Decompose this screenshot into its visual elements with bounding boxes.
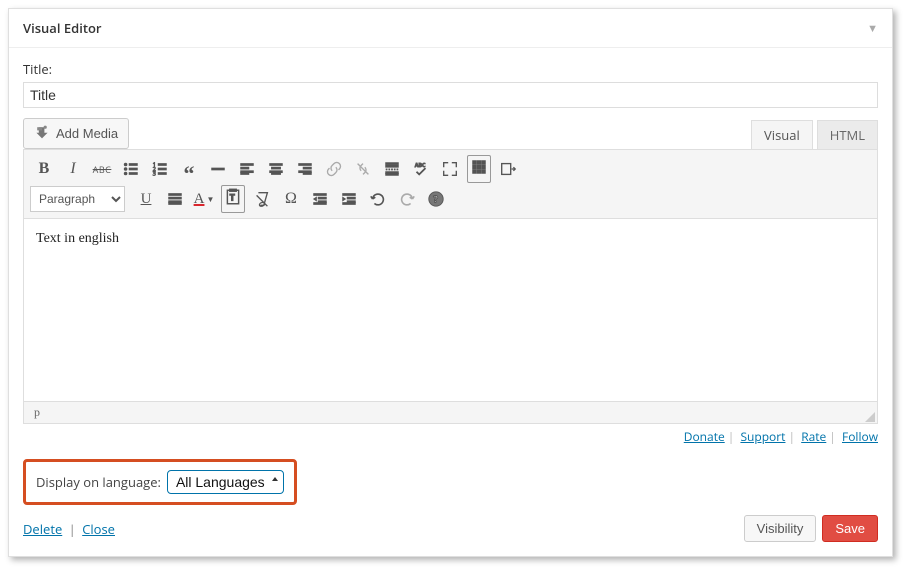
distraction-free-button[interactable] — [494, 156, 522, 182]
clear-formatting-button[interactable] — [248, 186, 276, 212]
visibility-button[interactable]: Visibility — [744, 515, 817, 542]
redo-button[interactable] — [393, 186, 421, 212]
editor-content-area[interactable]: Text in english — [24, 219, 877, 401]
special-character-button[interactable]: Ω — [277, 186, 305, 212]
fullscreen-button[interactable] — [436, 156, 464, 182]
tab-visual[interactable]: Visual — [751, 120, 813, 149]
bulleted-list-button[interactable] — [117, 156, 145, 182]
indent-button[interactable] — [335, 186, 363, 212]
title-input[interactable] — [23, 82, 878, 108]
unlink-button[interactable] — [349, 156, 377, 182]
link-donate[interactable]: Donate — [684, 428, 725, 445]
outdent-button[interactable] — [306, 186, 334, 212]
media-icon — [34, 124, 50, 143]
help-button[interactable]: ? — [422, 186, 450, 212]
link-rate[interactable]: Rate — [801, 428, 826, 445]
resize-grip-icon[interactable] — [863, 410, 875, 422]
svg-text:T: T — [230, 190, 236, 203]
bottom-left-links: Delete | Close — [23, 520, 115, 538]
link-follow[interactable]: Follow — [842, 428, 878, 445]
align-left-button[interactable] — [233, 156, 261, 182]
underline-button[interactable]: U — [132, 186, 160, 212]
toolbar-toggle-button[interactable] — [465, 156, 493, 182]
chevron-down-icon: ▼ — [206, 195, 214, 204]
title-label: Title: — [23, 60, 878, 78]
link-support[interactable]: Support — [740, 428, 785, 445]
collapse-toggle-icon[interactable]: ▼ — [867, 21, 878, 36]
add-media-button[interactable]: Add Media — [23, 118, 129, 149]
widget-body: Title: Add Media Visual HTML B I ABC — [9, 48, 892, 556]
bottom-actions: Delete | Close Visibility Save — [23, 515, 878, 542]
link-close[interactable]: Close — [82, 520, 115, 538]
undo-button[interactable] — [364, 186, 392, 212]
title-field: Title: — [23, 60, 878, 108]
strikethrough-button[interactable]: ABC — [88, 156, 116, 182]
toolbar-row-2: Paragraph U A▼ T Ω ? — [30, 184, 871, 214]
italic-button[interactable]: I — [59, 156, 87, 182]
element-path[interactable]: p — [34, 405, 40, 419]
horizontal-rule-button[interactable] — [204, 156, 232, 182]
spellcheck-button[interactable]: ABC — [407, 156, 435, 182]
visual-editor-widget: Visual Editor ▼ Title: Add Media Visual … — [8, 8, 893, 557]
language-row: Display on language: All Languages — [23, 459, 297, 505]
link-delete[interactable]: Delete — [23, 520, 62, 538]
align-center-button[interactable] — [262, 156, 290, 182]
widget-title: Visual Editor — [23, 19, 102, 37]
editor-tabs: Visual HTML — [751, 120, 878, 149]
svg-text:ABC: ABC — [415, 161, 426, 169]
widget-header[interactable]: Visual Editor ▼ — [9, 9, 892, 48]
editor-status-bar: p — [24, 401, 877, 423]
svg-text:3: 3 — [153, 169, 156, 177]
bottom-right-buttons: Visibility Save — [744, 515, 878, 542]
text-color-button[interactable]: A▼ — [190, 186, 218, 212]
tab-html[interactable]: HTML — [817, 120, 878, 149]
insert-more-button[interactable] — [378, 156, 406, 182]
paste-text-button[interactable]: T — [219, 186, 247, 212]
numbered-list-button[interactable]: 123 — [146, 156, 174, 182]
language-select-wrap: All Languages — [167, 470, 284, 494]
save-button[interactable]: Save — [822, 515, 878, 542]
language-label: Display on language: — [36, 473, 161, 491]
format-select[interactable]: Paragraph — [30, 186, 125, 212]
align-right-button[interactable] — [291, 156, 319, 182]
editor-toolbar: B I ABC 123 “ ABC — [24, 150, 877, 219]
align-justify-button[interactable] — [161, 186, 189, 212]
rich-text-editor: B I ABC 123 “ ABC — [23, 149, 878, 424]
link-button[interactable] — [320, 156, 348, 182]
footer-links: Donate| Support| Rate| Follow — [23, 428, 878, 445]
language-select[interactable]: All Languages — [167, 470, 284, 494]
svg-text:?: ? — [433, 192, 438, 206]
blockquote-button[interactable]: “ — [175, 156, 203, 182]
editor-top-bar: Add Media Visual HTML — [23, 118, 878, 149]
toolbar-row-1: B I ABC 123 “ ABC — [30, 154, 871, 184]
add-media-label: Add Media — [56, 126, 118, 141]
bold-button[interactable]: B — [30, 156, 58, 182]
